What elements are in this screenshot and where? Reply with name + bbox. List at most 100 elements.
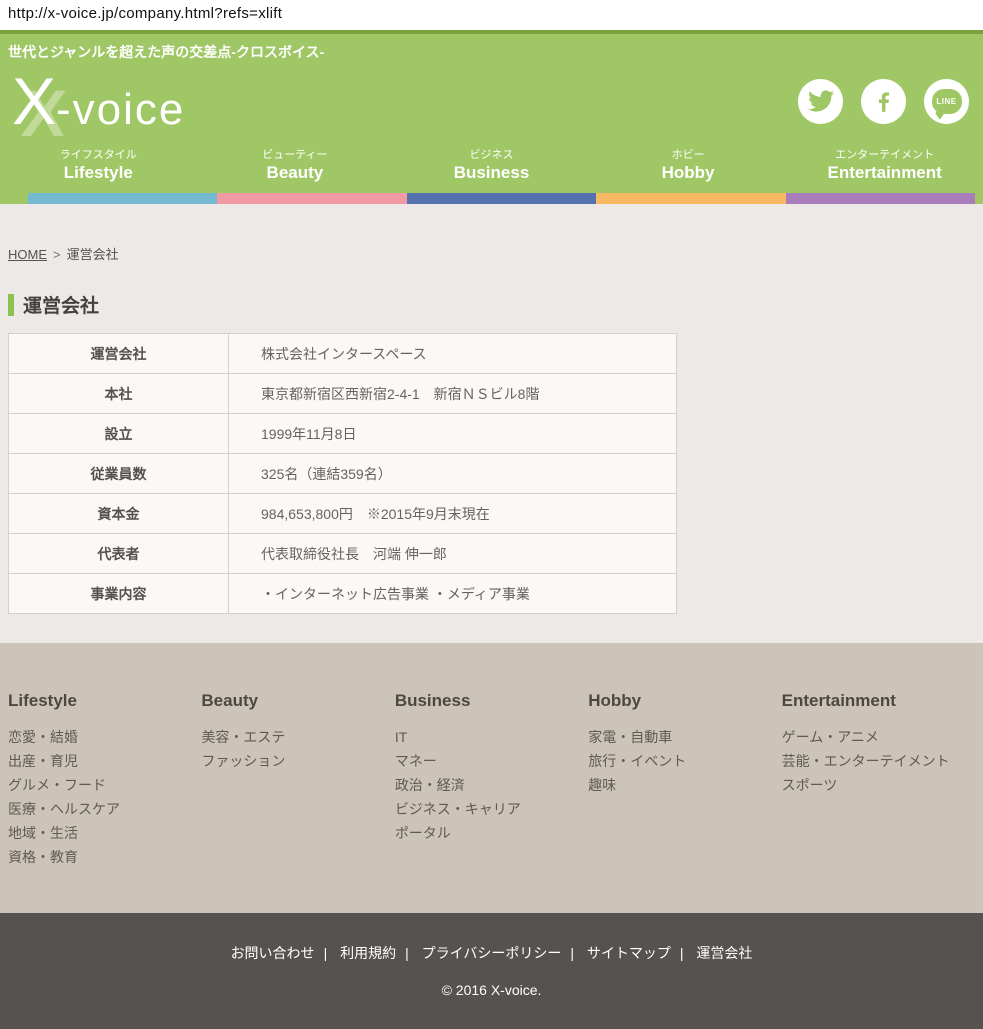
nav-item-label-en: Entertainment bbox=[786, 163, 983, 183]
site-header: 世代とジャンルを超えた声の交差点-クロスボイス- X X-voice LINE bbox=[0, 30, 983, 204]
bottom-link-wrap: お問い合わせ| bbox=[231, 945, 337, 961]
bottom-bar: お問い合わせ| 利用規約| プライバシーポリシー| サイトマップ| 運営会社| … bbox=[0, 913, 983, 1029]
table-row-value: 代表取締役社長 河端 伸一郎 bbox=[229, 534, 677, 574]
footer-link[interactable]: ビジネス・キャリア bbox=[395, 797, 588, 821]
nav-item[interactable]: ホビー Hobby bbox=[590, 146, 787, 193]
bottom-link[interactable]: 利用規約 bbox=[340, 945, 396, 961]
footer-link[interactable]: IT bbox=[395, 725, 588, 749]
footer-link[interactable]: 政治・経済 bbox=[395, 773, 588, 797]
table-row-label: 設立 bbox=[9, 414, 229, 454]
table-row-label: 代表者 bbox=[9, 534, 229, 574]
company-info-table: 運営会社 株式会社インタースペース 本社 東京都新宿区西新宿2-4-1 新宿ＮＳ… bbox=[8, 333, 677, 614]
bottom-link[interactable]: お問い合わせ bbox=[231, 945, 315, 961]
nav-item[interactable]: エンターテイメント Entertainment bbox=[786, 146, 983, 193]
table-row-value: 株式会社インタースペース bbox=[229, 334, 677, 374]
table-row: 運営会社 株式会社インタースペース bbox=[9, 334, 677, 374]
table-row: 設立 1999年11月8日 bbox=[9, 414, 677, 454]
table-row: 本社 東京都新宿区西新宿2-4-1 新宿ＮＳビル8階 bbox=[9, 374, 677, 414]
page-title: 運営会社 bbox=[8, 291, 975, 318]
breadcrumb-home-link[interactable]: HOME bbox=[8, 247, 47, 262]
footer-link[interactable]: ポータル bbox=[395, 821, 588, 845]
nav-color-bar bbox=[596, 193, 785, 204]
nav-item-label-jp: ホビー bbox=[590, 146, 787, 162]
footer-link[interactable]: 旅行・イベント bbox=[588, 749, 781, 773]
bottom-link-separator: | bbox=[680, 945, 684, 961]
footer-link[interactable]: 家電・自動車 bbox=[588, 725, 781, 749]
bottom-link[interactable]: 運営会社 bbox=[696, 945, 752, 961]
twitter-button[interactable] bbox=[798, 79, 843, 124]
breadcrumb-separator: > bbox=[53, 247, 61, 262]
logo-x: X bbox=[12, 64, 56, 138]
footer-link[interactable]: 芸能・エンターテイメント bbox=[782, 749, 975, 773]
table-row-label: 事業内容 bbox=[9, 574, 229, 614]
nav-color-bar bbox=[407, 193, 596, 204]
footer-sitemap: Lifestyle 恋愛・結婚 出産・育児 グルメ・フード 医療・ヘルスケア 地… bbox=[0, 643, 983, 913]
table-row-value: 東京都新宿区西新宿2-4-1 新宿ＮＳビル8階 bbox=[229, 374, 677, 414]
nav-item[interactable]: ライフスタイル Lifestyle bbox=[0, 146, 197, 193]
nav-item-label-en: Hobby bbox=[590, 163, 787, 183]
nav-item[interactable]: ビューティー Beauty bbox=[197, 146, 394, 193]
nav-color-bars bbox=[0, 193, 983, 204]
footer-column: Hobby 家電・自動車 旅行・イベント 趣味 bbox=[588, 691, 781, 913]
footer-column-heading: Entertainment bbox=[782, 691, 975, 711]
bottom-link-wrap: 利用規約| bbox=[340, 945, 418, 961]
bottom-links: お問い合わせ| 利用規約| プライバシーポリシー| サイトマップ | 運営会社| bbox=[0, 943, 983, 963]
footer-link[interactable]: グルメ・フード bbox=[8, 773, 201, 797]
footer-link[interactable]: マネー bbox=[395, 749, 588, 773]
footer-column-heading: Business bbox=[395, 691, 588, 711]
table-row: 代表者 代表取締役社長 河端 伸一郎 bbox=[9, 534, 677, 574]
footer-link[interactable]: 医療・ヘルスケア bbox=[8, 797, 201, 821]
table-row-value: ・インターネット広告事業 ・メディア事業 bbox=[229, 574, 677, 614]
footer-column: Entertainment ゲーム・アニメ 芸能・エンターテイメント スポーツ bbox=[782, 691, 975, 913]
footer-column: Lifestyle 恋愛・結婚 出産・育児 グルメ・フード 医療・ヘルスケア 地… bbox=[8, 691, 201, 913]
bottom-link-wrap: プライバシーポリシー| bbox=[422, 945, 583, 961]
nav-item[interactable]: ビジネス Business bbox=[393, 146, 590, 193]
table-row-value: 984,653,800円 ※2015年9月末現在 bbox=[229, 494, 677, 534]
nav-color-bar bbox=[786, 193, 975, 204]
main-content: HOME > 運営会社 運営会社 運営会社 株式会社インタースペース 本社 東京都新… bbox=[0, 204, 983, 643]
site-logo[interactable]: X X-voice bbox=[8, 68, 185, 134]
bottom-link[interactable]: プライバシーポリシー bbox=[422, 945, 562, 961]
main-nav: ライフスタイル Lifestyle ビューティー Beauty ビジネス Bus… bbox=[0, 142, 983, 193]
table-row: 資本金 984,653,800円 ※2015年9月末現在 bbox=[9, 494, 677, 534]
footer-link[interactable]: 美容・エステ bbox=[201, 725, 394, 749]
footer-link[interactable]: 趣味 bbox=[588, 773, 781, 797]
nav-item-label-en: Business bbox=[393, 163, 590, 183]
footer-link[interactable]: 恋愛・結婚 bbox=[8, 725, 201, 749]
table-row: 事業内容 ・インターネット広告事業 ・メディア事業 bbox=[9, 574, 677, 614]
bottom-link[interactable]: サイトマップ bbox=[587, 945, 671, 961]
footer-link[interactable]: ゲーム・アニメ bbox=[782, 725, 975, 749]
nav-item-label-jp: エンターテイメント bbox=[786, 146, 983, 162]
bottom-link-wrap: 運営会社| bbox=[696, 945, 752, 961]
nav-color-bar bbox=[28, 193, 217, 204]
table-row-label: 資本金 bbox=[9, 494, 229, 534]
footer-column-links: 美容・エステ ファッション bbox=[201, 725, 394, 773]
nav-item-label-jp: ビジネス bbox=[393, 146, 590, 162]
line-icon-label: LINE bbox=[936, 97, 956, 106]
address-bar[interactable]: http://x-voice.jp/company.html?refs=xlif… bbox=[0, 0, 983, 30]
bottom-link-wrap: サイトマップ | bbox=[587, 945, 693, 961]
footer-link[interactable]: 出産・育児 bbox=[8, 749, 201, 773]
url-text[interactable]: http://x-voice.jp/company.html?refs=xlif… bbox=[8, 5, 282, 22]
facebook-icon bbox=[871, 88, 897, 114]
nav-item-label-en: Lifestyle bbox=[0, 163, 197, 183]
nav-item-label-jp: ビューティー bbox=[197, 146, 394, 162]
footer-link[interactable]: 地域・生活 bbox=[8, 821, 201, 845]
footer-column-heading: Beauty bbox=[201, 691, 394, 711]
facebook-button[interactable] bbox=[861, 79, 906, 124]
line-icon: LINE bbox=[932, 89, 962, 114]
footer-column-links: 恋愛・結婚 出産・育児 グルメ・フード 医療・ヘルスケア 地域・生活 資格・教育 bbox=[8, 725, 201, 869]
site-tagline: 世代とジャンルを超えた声の交差点-クロスボイス- bbox=[0, 34, 983, 60]
breadcrumb-current: 運営会社 bbox=[67, 247, 119, 262]
footer-column: Beauty 美容・エステ ファッション bbox=[201, 691, 394, 913]
footer-column-links: IT マネー 政治・経済 ビジネス・キャリア ポータル bbox=[395, 725, 588, 845]
twitter-icon bbox=[808, 88, 834, 114]
footer-link[interactable]: スポーツ bbox=[782, 773, 975, 797]
line-button[interactable]: LINE bbox=[924, 79, 969, 124]
table-row-label: 従業員数 bbox=[9, 454, 229, 494]
footer-link[interactable]: ファッション bbox=[201, 749, 394, 773]
footer-link[interactable]: 資格・教育 bbox=[8, 845, 201, 869]
title-accent-bar bbox=[8, 294, 14, 316]
logo-voice: -voice bbox=[56, 85, 185, 134]
footer-column-links: ゲーム・アニメ 芸能・エンターテイメント スポーツ bbox=[782, 725, 975, 797]
